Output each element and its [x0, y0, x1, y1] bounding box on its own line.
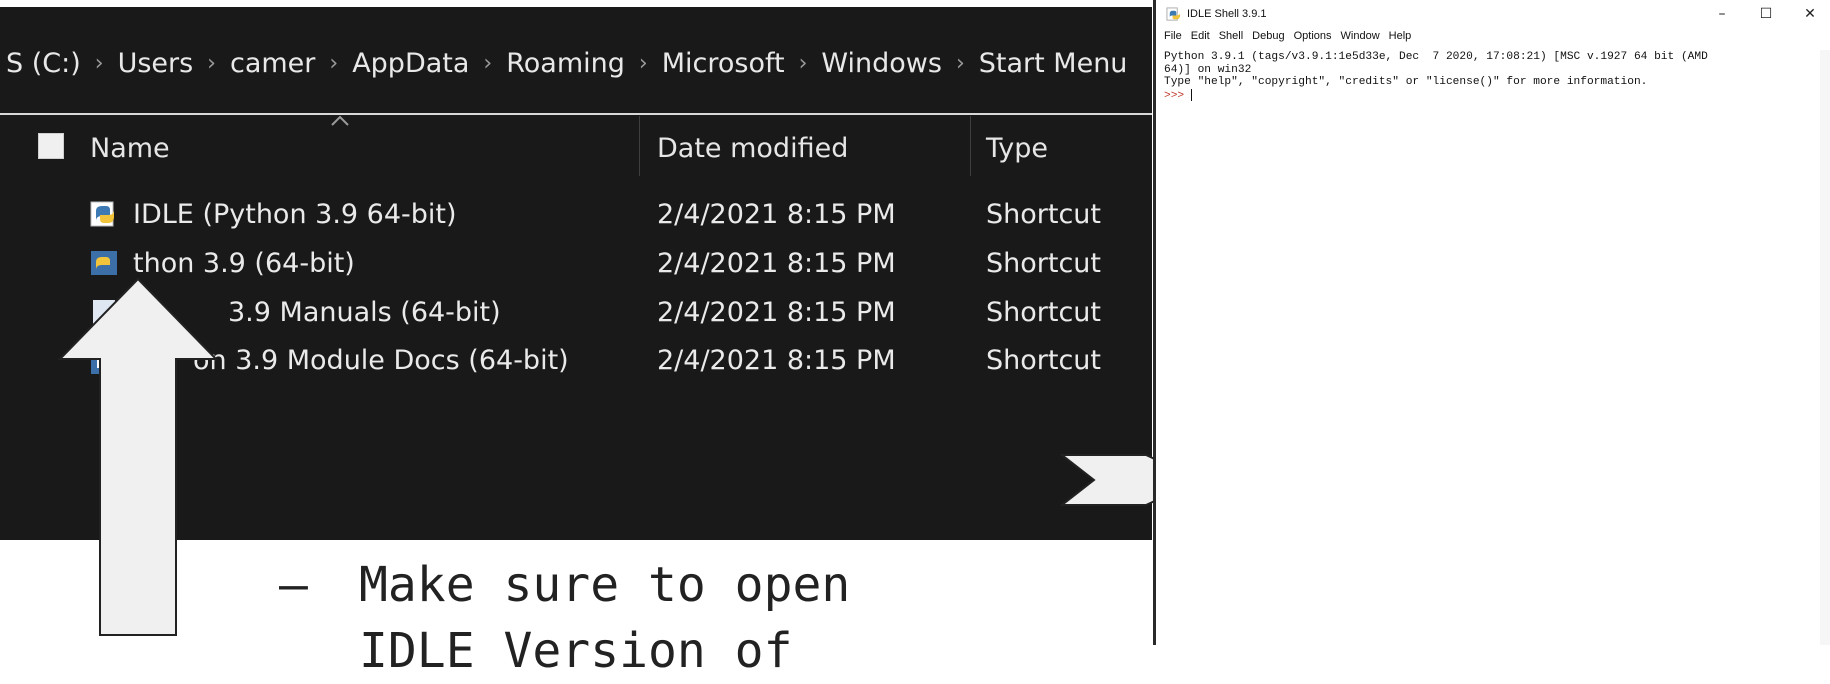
file-type: Shortcut: [986, 296, 1102, 328]
vertical-scrollbar[interactable]: [1820, 50, 1830, 645]
chevron-right-icon: ›: [955, 50, 965, 76]
header-divider: [0, 113, 1152, 115]
shell-line: Python 3.9.1 (tags/v3.9.1:1e5d33e, Dec 7…: [1164, 51, 1708, 63]
minimize-button[interactable]: –: [1702, 0, 1742, 28]
breadcrumb-drive[interactable]: S (C:): [0, 48, 87, 79]
column-divider[interactable]: [970, 116, 971, 176]
bullet-dash: –: [279, 557, 308, 613]
file-type: Shortcut: [986, 198, 1102, 230]
instruction-line-1: Make sure to open: [359, 557, 851, 613]
chevron-right-icon: ›: [638, 50, 648, 76]
idle-icon: [90, 201, 114, 227]
text-cursor: [1190, 88, 1192, 101]
breadcrumb-start-menu[interactable]: Start Menu: [973, 48, 1134, 79]
shell-output[interactable]: Python 3.9.1 (tags/v3.9.1:1e5d33e, Dec 7…: [1164, 51, 1708, 102]
chevron-right-icon: ›: [94, 50, 104, 76]
file-row[interactable]: IDLE (Python 3.9 64-bit) 2/4/2021 8:15 P…: [0, 194, 1152, 234]
top-strip: [0, 0, 1152, 7]
instruction-line-2: IDLE Version of: [359, 623, 793, 679]
file-type: Shortcut: [986, 344, 1102, 376]
column-header-name[interactable]: Name: [90, 128, 170, 168]
file-date: 2/4/2021 8:15 PM: [657, 296, 896, 328]
chevron-right-icon: ›: [207, 50, 216, 76]
file-date: 2/4/2021 8:15 PM: [657, 344, 896, 376]
column-header-date-modified[interactable]: Date modified: [657, 128, 848, 168]
up-arrow-annotation: [58, 277, 218, 636]
chevron-right-icon: ›: [483, 50, 493, 76]
breadcrumb-roaming[interactable]: Roaming: [500, 48, 631, 79]
chevron-right-icon: ›: [329, 50, 339, 76]
menu-edit[interactable]: Edit: [1191, 30, 1210, 48]
column-divider[interactable]: [639, 116, 640, 176]
menu-bar: File Edit Shell Debug Options Window Hel…: [1164, 30, 1420, 48]
file-type: Shortcut: [986, 247, 1102, 279]
menu-shell[interactable]: Shell: [1219, 30, 1243, 48]
menu-file[interactable]: File: [1164, 30, 1182, 48]
instruction-text: – Make sure to open IDLE Version of: [279, 552, 850, 684]
breadcrumb-users[interactable]: Users: [112, 48, 200, 79]
idle-icon: [1166, 6, 1181, 21]
idle-shell-window: IDLE Shell 3.9.1 – ☐ ✕ File Edit Shell D…: [1153, 0, 1830, 645]
breadcrumb-windows[interactable]: Windows: [815, 48, 948, 79]
breadcrumb-microsoft[interactable]: Microsoft: [656, 48, 791, 79]
menu-help[interactable]: Help: [1389, 30, 1412, 48]
menu-window[interactable]: Window: [1341, 30, 1380, 48]
column-header-type[interactable]: Type: [986, 128, 1048, 168]
window-title: IDLE Shell 3.9.1: [1187, 8, 1267, 20]
shell-line: 64)] on win32: [1164, 63, 1252, 76]
file-date: 2/4/2021 8:15 PM: [657, 247, 896, 279]
file-name: IDLE (Python 3.9 64-bit): [133, 198, 457, 230]
sort-ascending-icon: [331, 115, 349, 126]
maximize-button[interactable]: ☐: [1746, 0, 1786, 28]
python-icon: [91, 251, 117, 275]
select-all-checkbox[interactable]: [38, 133, 64, 159]
breadcrumb-appdata[interactable]: AppData: [346, 48, 475, 79]
shell-prompt: >>>: [1164, 89, 1191, 102]
file-date: 2/4/2021 8:15 PM: [657, 198, 896, 230]
chevron-right-icon: ›: [798, 50, 808, 76]
breadcrumb-user[interactable]: camer: [224, 48, 321, 79]
file-name: 3.9 Manuals (64-bit): [228, 296, 501, 328]
file-name: on 3.9 Module Docs (64-bit): [193, 344, 569, 376]
breadcrumb[interactable]: S (C:) › Users › camer › AppData › Roami…: [0, 38, 1133, 88]
close-button[interactable]: ✕: [1790, 0, 1830, 28]
shell-line: Type "help", "copyright", "credits" or "…: [1164, 76, 1648, 89]
menu-options[interactable]: Options: [1294, 30, 1332, 48]
menu-debug[interactable]: Debug: [1252, 30, 1284, 48]
